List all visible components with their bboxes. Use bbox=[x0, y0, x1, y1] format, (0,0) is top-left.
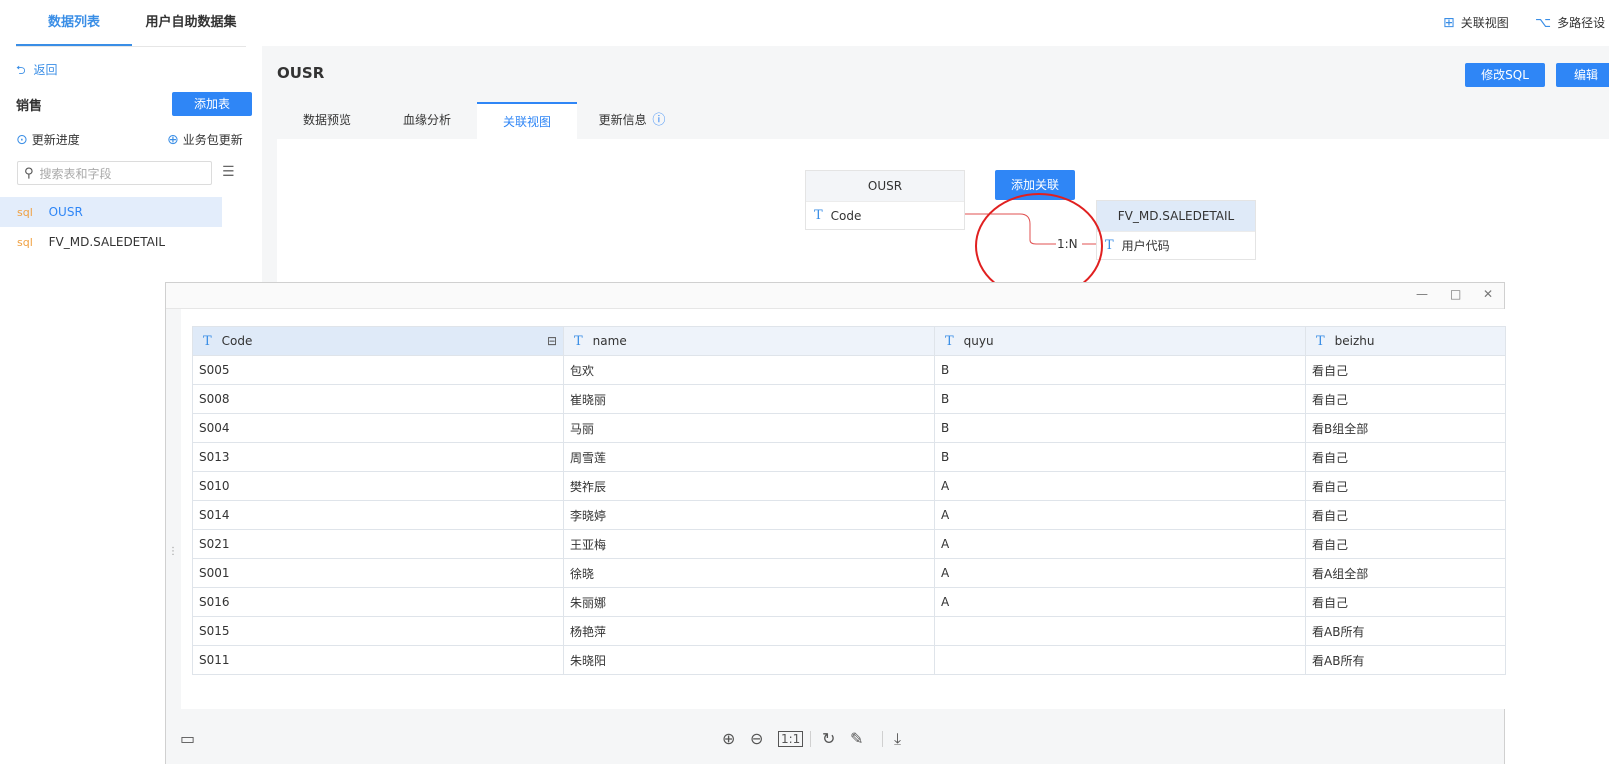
table-cell[interactable]: 徐晓 bbox=[563, 558, 935, 588]
table-cell[interactable]: 看自己 bbox=[1305, 587, 1506, 617]
rotate-icon[interactable]: ↻ bbox=[822, 729, 835, 748]
popup-toolbar: ▭ ⊕ ⊖ 1:1 ↻ ✎ ⤓ bbox=[166, 709, 1504, 764]
table-cell[interactable]: 樊祚辰 bbox=[563, 471, 935, 501]
table-cell[interactable]: B bbox=[934, 384, 1306, 414]
table-cell[interactable]: 看AB所有 bbox=[1305, 616, 1506, 646]
table-cell[interactable]: 看A组全部 bbox=[1305, 558, 1506, 588]
column-header-label: quyu bbox=[963, 333, 994, 348]
table-cell[interactable]: B bbox=[934, 413, 1306, 443]
table-cell[interactable]: 朱丽娜 bbox=[563, 587, 935, 617]
table-row[interactable]: S001 徐晓 A 看A组全部 bbox=[192, 558, 1506, 588]
table-cell[interactable]: 李晓婷 bbox=[563, 500, 935, 530]
table-cell[interactable]: A bbox=[934, 587, 1306, 617]
download-icon[interactable]: ⤓ bbox=[894, 729, 901, 749]
table-cell[interactable]: A bbox=[934, 471, 1306, 501]
column-header-label: name bbox=[592, 333, 627, 348]
table-cell[interactable]: A bbox=[934, 529, 1306, 559]
table-cell[interactable]: 看自己 bbox=[1305, 471, 1506, 501]
table-cell[interactable]: S005 bbox=[192, 355, 564, 385]
table-cell[interactable]: 杨艳萍 bbox=[563, 616, 935, 646]
table-row[interactable]: S008 崔晓丽 B 看自己 bbox=[192, 384, 1506, 414]
table-cell[interactable]: S004 bbox=[192, 413, 564, 443]
text-type-icon: T bbox=[1316, 333, 1325, 349]
column-header-beizhu[interactable]: Tbeizhu bbox=[1305, 326, 1506, 356]
table-cell[interactable]: B bbox=[934, 442, 1306, 472]
column-header-name[interactable]: Tname bbox=[563, 326, 935, 356]
table-cell[interactable]: 看自己 bbox=[1305, 529, 1506, 559]
table-cell[interactable]: S001 bbox=[192, 558, 564, 588]
table-body: S005 包欢 B 看自己 S008 崔晓丽 B 看自己 S004 马丽 B 看B组全部 S013 周雪莲… bbox=[192, 355, 1506, 675]
table-cell[interactable]: 包欢 bbox=[563, 355, 935, 385]
panel-toggle-icon[interactable]: ▭ bbox=[180, 729, 195, 748]
resize-handle-icon[interactable]: ⋮ bbox=[168, 546, 178, 557]
table-row[interactable]: S015 杨艳萍 看AB所有 bbox=[192, 616, 1506, 646]
data-table: T Code ⊟ Tname Tquyu Tbeizhu S005 包欢 B 看自己 S00… bbox=[192, 326, 1506, 675]
table-row[interactable]: S004 马丽 B 看B组全部 bbox=[192, 413, 1506, 443]
table-header-row: T Code ⊟ Tname Tquyu Tbeizhu bbox=[192, 326, 1506, 356]
close-icon[interactable]: ✕ bbox=[1483, 287, 1493, 301]
table-cell[interactable]: 崔晓丽 bbox=[563, 384, 935, 414]
maximize-icon[interactable]: □ bbox=[1450, 287, 1461, 301]
table-cell[interactable]: S011 bbox=[192, 645, 564, 675]
text-type-icon: T bbox=[203, 333, 212, 349]
table-row[interactable]: S021 王亚梅 A 看自己 bbox=[192, 529, 1506, 559]
relation-type-label[interactable]: 1:N bbox=[1057, 237, 1078, 251]
table-cell[interactable]: A bbox=[934, 500, 1306, 530]
table-cell[interactable]: 看AB所有 bbox=[1305, 645, 1506, 675]
table-cell[interactable]: S014 bbox=[192, 500, 564, 530]
table-cell[interactable]: A bbox=[934, 558, 1306, 588]
table-cell[interactable]: 马丽 bbox=[563, 413, 935, 443]
table-cell[interactable]: 周雪莲 bbox=[563, 442, 935, 472]
column-header-label: Code bbox=[221, 333, 253, 348]
table-row[interactable]: S014 李晓婷 A 看自己 bbox=[192, 500, 1506, 530]
table-cell[interactable]: 王亚梅 bbox=[563, 529, 935, 559]
text-type-icon: T bbox=[574, 333, 583, 349]
table-cell[interactable]: S008 bbox=[192, 384, 564, 414]
zoom-in-icon[interactable]: ⊕ bbox=[722, 729, 735, 748]
column-header-label: beizhu bbox=[1334, 333, 1375, 348]
table-cell[interactable]: S021 bbox=[192, 529, 564, 559]
window-title-bar[interactable]: — □ ✕ bbox=[166, 283, 1504, 309]
toolbar-divider bbox=[810, 731, 811, 747]
table-cell[interactable]: S015 bbox=[192, 616, 564, 646]
table-cell[interactable]: 看B组全部 bbox=[1305, 413, 1506, 443]
table-cell[interactable]: S016 bbox=[192, 587, 564, 617]
table-cell[interactable]: S010 bbox=[192, 471, 564, 501]
table-row[interactable]: S010 樊祚辰 A 看自己 bbox=[192, 471, 1506, 501]
table-cell[interactable]: S013 bbox=[192, 442, 564, 472]
table-cell[interactable]: B bbox=[934, 355, 1306, 385]
table-row[interactable]: S016 朱丽娜 A 看自己 bbox=[192, 587, 1506, 617]
table-cell[interactable] bbox=[934, 616, 1306, 646]
toolbar-divider bbox=[882, 731, 883, 747]
table-cell[interactable] bbox=[934, 645, 1306, 675]
table-cell[interactable]: 看自己 bbox=[1305, 384, 1506, 414]
data-grid-area: T Code ⊟ Tname Tquyu Tbeizhu S005 包欢 B 看自己 S00… bbox=[181, 309, 1506, 709]
zoom-out-icon[interactable]: ⊖ bbox=[750, 729, 763, 748]
edit-pencil-icon[interactable]: ✎ bbox=[850, 729, 863, 748]
table-row[interactable]: S013 周雪莲 B 看自己 bbox=[192, 442, 1506, 472]
table-cell[interactable]: 看自己 bbox=[1305, 355, 1506, 385]
table-cell[interactable]: 看自己 bbox=[1305, 500, 1506, 530]
column-header-code[interactable]: T Code ⊟ bbox=[192, 326, 564, 356]
column-resize-icon[interactable]: ⊟ bbox=[547, 334, 557, 348]
minimize-icon[interactable]: — bbox=[1416, 287, 1428, 301]
text-type-icon: T bbox=[945, 333, 954, 349]
table-cell[interactable]: 朱晓阳 bbox=[563, 645, 935, 675]
actual-size-icon[interactable]: 1:1 bbox=[778, 731, 804, 747]
column-header-quyu[interactable]: Tquyu bbox=[934, 326, 1306, 356]
data-preview-window: — □ ✕ ⋮ T Code ⊟ Tname Tquyu Tbeizhu S005 包… bbox=[165, 282, 1506, 764]
table-row[interactable]: S011 朱晓阳 看AB所有 bbox=[192, 645, 1506, 675]
table-cell[interactable]: 看自己 bbox=[1305, 442, 1506, 472]
table-row[interactable]: S005 包欢 B 看自己 bbox=[192, 355, 1506, 385]
